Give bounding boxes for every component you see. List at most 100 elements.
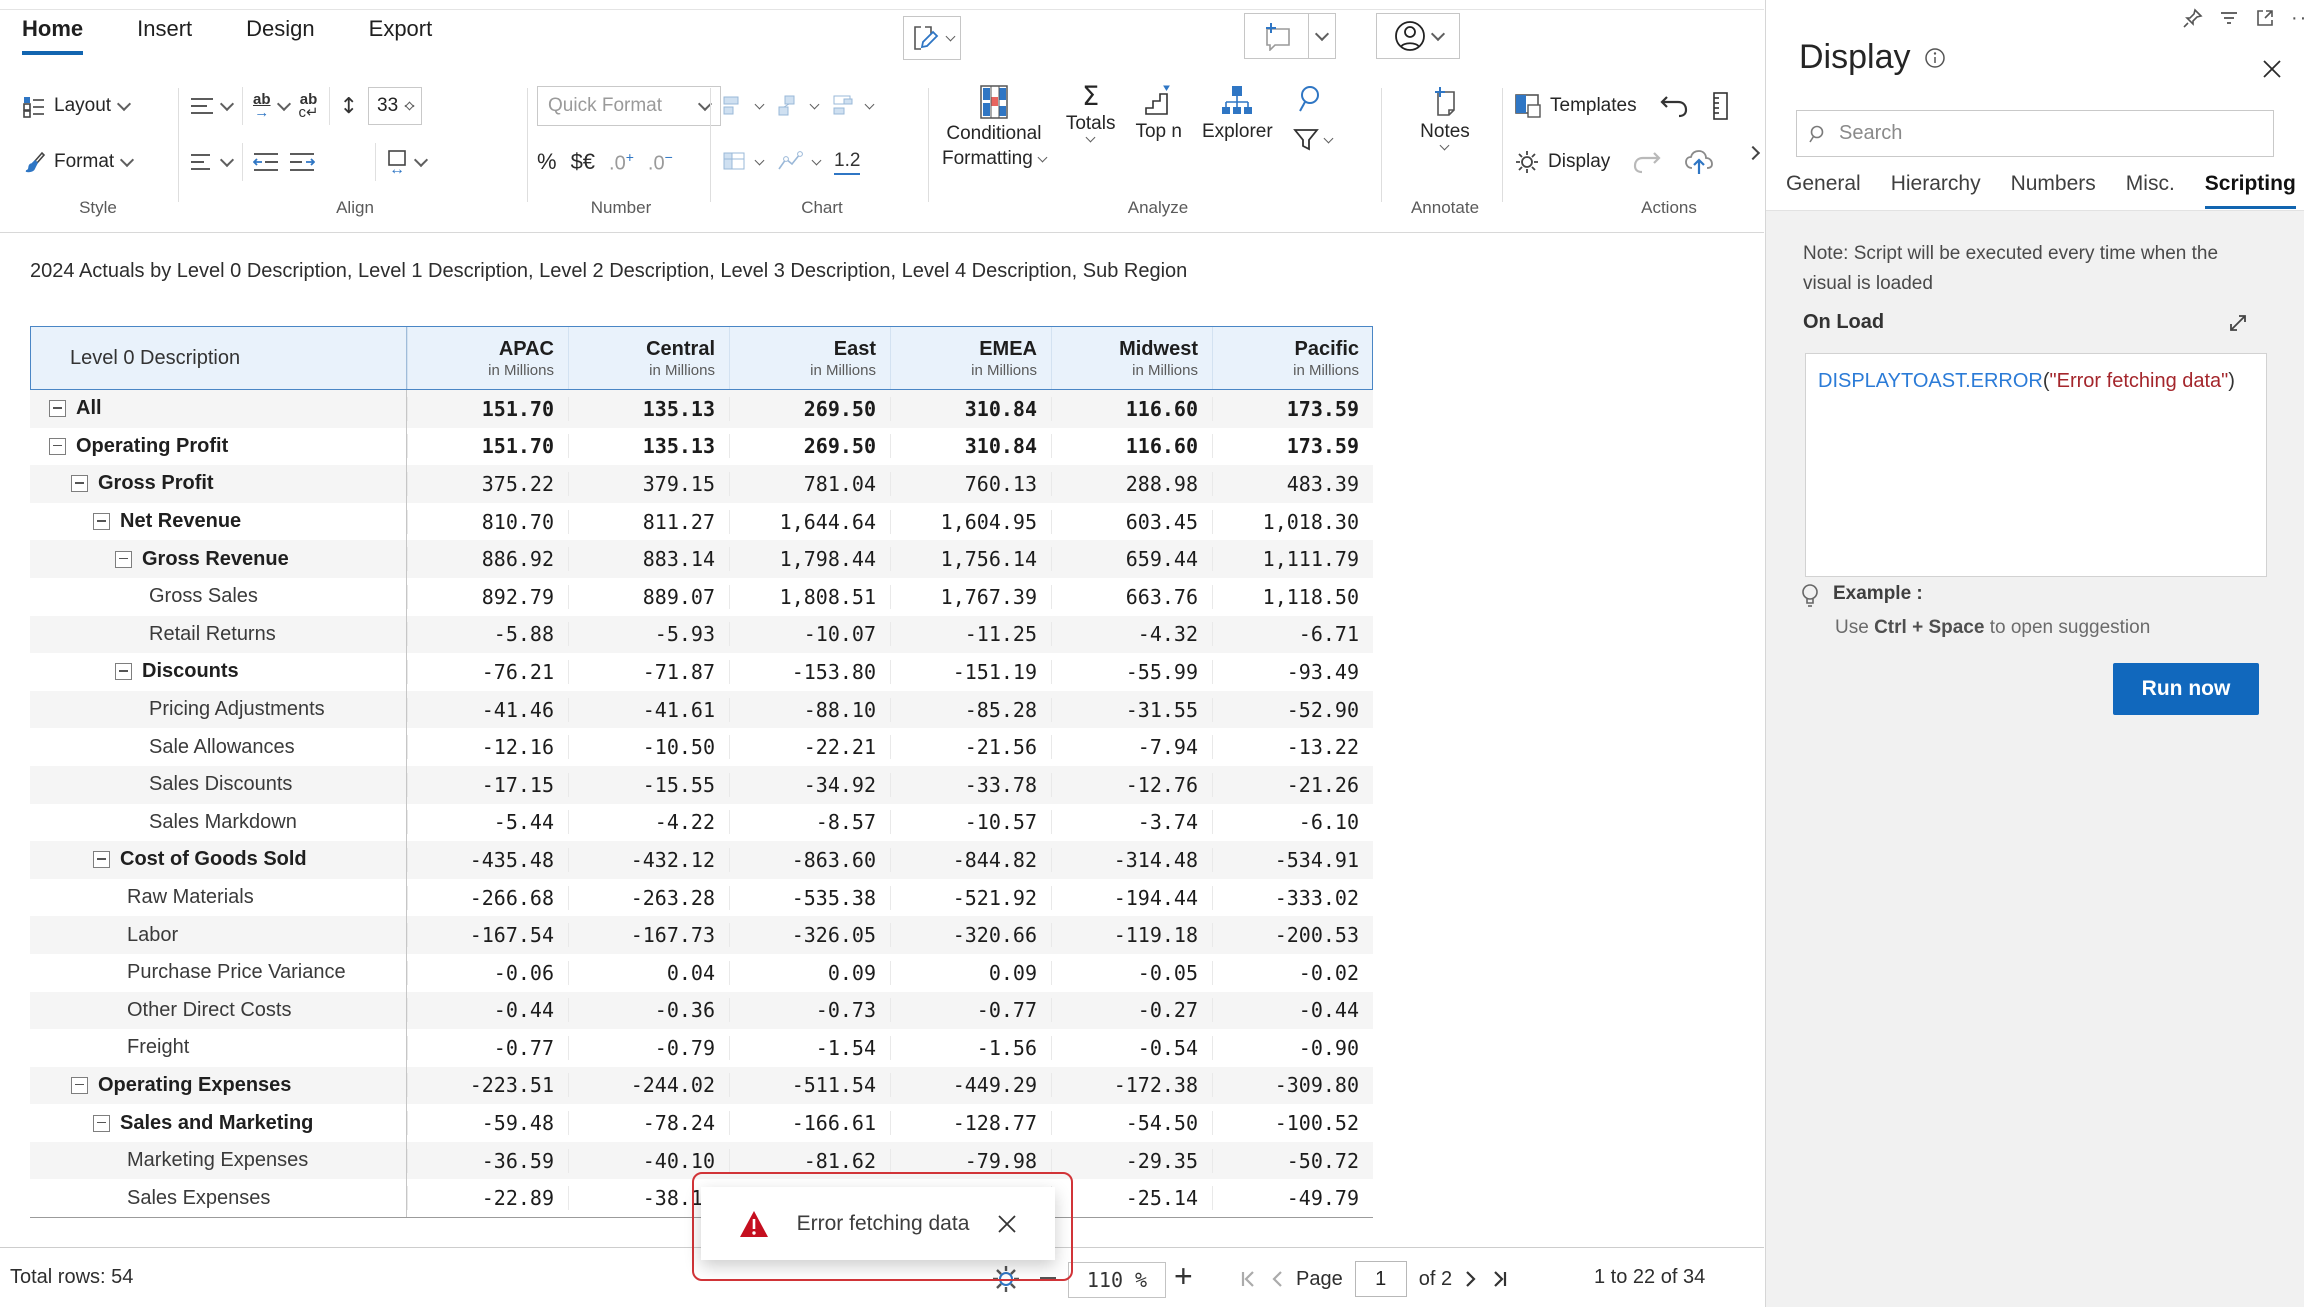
collapse-toggle-icon[interactable] (93, 1115, 110, 1132)
panel-search-box[interactable] (1796, 110, 2274, 157)
display-settings-button[interactable]: Display (1514, 149, 1610, 175)
collapse-toggle-icon[interactable] (115, 551, 132, 568)
ribbon-tab-home[interactable]: Home (22, 16, 83, 55)
info-icon[interactable] (1924, 47, 1946, 69)
text-overflow-button[interactable]: ab → (253, 93, 289, 119)
collapse-toggle-icon[interactable] (115, 663, 132, 680)
filter-button[interactable] (1293, 128, 1332, 152)
column-width-button[interactable]: ↔ (386, 150, 426, 174)
previous-page-icon[interactable] (1270, 1270, 1284, 1288)
totals-button[interactable]: Σ Totals (1066, 84, 1116, 141)
table-row[interactable]: Net Revenue 810.70811.271,644.641,604.95… (30, 503, 1373, 541)
table-visual-button[interactable] (722, 151, 763, 173)
quick-format-select[interactable]: Quick Format (537, 86, 721, 126)
expand-editor-icon[interactable] (2226, 311, 2250, 335)
table-row[interactable]: Sales Markdown -5.44-4.22-8.57-10.57-3.7… (30, 804, 1373, 842)
panel-close-icon[interactable] (2261, 58, 2283, 80)
table-row[interactable]: Labor -167.54-167.73-326.05-320.66-119.1… (30, 916, 1373, 954)
table-row[interactable]: Sale Allowances -12.16-10.50-22.21-21.56… (30, 728, 1373, 766)
undo-icon[interactable] (1659, 93, 1689, 119)
comment-dropdown-button[interactable] (1308, 13, 1336, 59)
add-decimal-button[interactable]: .0+ (609, 149, 634, 176)
table-row[interactable]: Gross Revenue 886.92883.141,798.441,756.… (30, 540, 1373, 578)
templates-button[interactable]: Templates (1514, 93, 1637, 119)
layout-button[interactable]: Layout (22, 94, 129, 118)
column-header[interactable]: East in Millions (729, 326, 890, 390)
row-height-stepper[interactable]: 33 (368, 87, 422, 125)
collapse-toggle-icon[interactable] (49, 400, 66, 417)
table-row[interactable]: Gross Profit 375.22379.15781.04760.13288… (30, 465, 1373, 503)
waterfall-chart-button[interactable] (777, 94, 818, 118)
percent-format-button[interactable]: % (537, 149, 557, 175)
page-number-input[interactable] (1355, 1261, 1407, 1297)
zoom-in-button[interactable]: + (1174, 1258, 1193, 1295)
next-page-icon[interactable] (1464, 1270, 1478, 1288)
decrease-indent-button[interactable] (253, 152, 279, 172)
collapse-toggle-icon[interactable] (93, 851, 110, 868)
column-header[interactable]: APAC in Millions (407, 326, 568, 390)
column-header[interactable]: Midwest in Millions (1051, 326, 1212, 390)
decimal-display-button[interactable]: 1.2 (834, 150, 860, 175)
ribbon-tab-design[interactable]: Design (246, 16, 314, 55)
popout-icon[interactable] (2255, 8, 2275, 28)
table-row[interactable]: Purchase Price Variance -0.060.040.090.0… (30, 954, 1373, 992)
ruler-icon[interactable] (1711, 91, 1729, 121)
conditional-formatting-button[interactable]: Conditional Formatting (942, 84, 1046, 170)
last-page-icon[interactable] (1490, 1270, 1508, 1288)
panel-tab-scripting[interactable]: Scripting (2205, 172, 2296, 209)
account-button[interactable] (1376, 13, 1460, 59)
top-n-button[interactable]: Top n (1135, 84, 1181, 143)
collapse-toggle-icon[interactable] (49, 438, 66, 455)
currency-format-button[interactable]: $€ (571, 149, 595, 175)
remove-decimal-button[interactable]: .0− (648, 149, 673, 176)
table-row[interactable]: Raw Materials -266.68-263.28-535.38-521.… (30, 879, 1373, 917)
add-comment-button[interactable] (1244, 13, 1309, 59)
table-row[interactable]: Cost of Goods Sold -435.48-432.12-863.60… (30, 841, 1373, 879)
panel-tab-misc[interactable]: Misc. (2126, 172, 2175, 209)
ribbon-tab-export[interactable]: Export (369, 16, 433, 55)
edit-visual-button[interactable] (903, 16, 961, 60)
panel-tab-hierarchy[interactable]: Hierarchy (1891, 172, 1981, 209)
table-row[interactable]: All 151.70135.13269.50310.84116.60173.59 (30, 390, 1373, 428)
notes-button[interactable]: Notes (1420, 84, 1470, 149)
redo-icon[interactable] (1632, 149, 1662, 175)
column-header[interactable]: Pacific in Millions (1212, 326, 1373, 390)
wrap-text-button[interactable]: abc↵ (299, 93, 319, 119)
collapse-toggle-icon[interactable] (71, 1077, 88, 1094)
column-header[interactable]: Central in Millions (568, 326, 729, 390)
table-row[interactable]: Sales Discounts -17.15-15.55-34.92-33.78… (30, 766, 1373, 804)
first-page-icon[interactable] (1240, 1270, 1258, 1288)
search-icon[interactable] (1297, 84, 1327, 114)
increase-indent-button[interactable] (289, 152, 315, 172)
bar-chart-button[interactable] (722, 94, 763, 118)
line-chart-button[interactable] (777, 151, 820, 173)
search-input[interactable] (1837, 121, 2261, 146)
more-options-icon[interactable]: ··· (2291, 13, 2304, 23)
panel-collapse-button[interactable] (1742, 140, 1764, 166)
table-row[interactable]: Retail Returns -5.88-5.93-10.07-11.25-4.… (30, 616, 1373, 654)
format-button[interactable]: Format (22, 150, 132, 174)
filter-lines-icon[interactable] (2219, 9, 2239, 27)
explorer-button[interactable]: Explorer (1202, 84, 1273, 143)
table-row[interactable]: Discounts -76.21-71.87-153.80-151.19-55.… (30, 653, 1373, 691)
toast-close-icon[interactable] (997, 1214, 1017, 1234)
column-chart-button[interactable] (832, 94, 873, 118)
table-row[interactable]: Freight -0.77-0.79-1.54-1.56-0.54-0.90 (30, 1029, 1373, 1067)
cloud-upload-icon[interactable] (1684, 148, 1714, 176)
column-header[interactable]: EMEA in Millions (890, 326, 1051, 390)
table-row[interactable]: Sales and Marketing -59.48-78.24-166.61-… (30, 1104, 1373, 1142)
ribbon-tab-insert[interactable]: Insert (137, 16, 192, 55)
table-row[interactable]: Pricing Adjustments -41.46-41.61-88.10-8… (30, 691, 1373, 729)
table-row[interactable]: Operating Expenses -223.51-244.02-511.54… (30, 1067, 1373, 1105)
panel-tab-numbers[interactable]: Numbers (2011, 172, 2096, 209)
table-row[interactable]: Other Direct Costs -0.44-0.36-0.73-0.77-… (30, 992, 1373, 1030)
zoom-level-input[interactable]: 110 % (1068, 1262, 1166, 1298)
run-now-button[interactable]: Run now (2113, 663, 2259, 715)
panel-tab-general[interactable]: General (1786, 172, 1861, 209)
pin-icon[interactable] (2183, 8, 2203, 28)
horizontal-align-button[interactable] (190, 152, 232, 172)
collapse-toggle-icon[interactable] (93, 513, 110, 530)
table-row[interactable]: Gross Sales 892.79889.071,808.511,767.39… (30, 578, 1373, 616)
table-row[interactable]: Operating Profit 151.70135.13269.50310.8… (30, 428, 1373, 466)
column-header-level0[interactable]: Level 0 Description (30, 326, 407, 390)
